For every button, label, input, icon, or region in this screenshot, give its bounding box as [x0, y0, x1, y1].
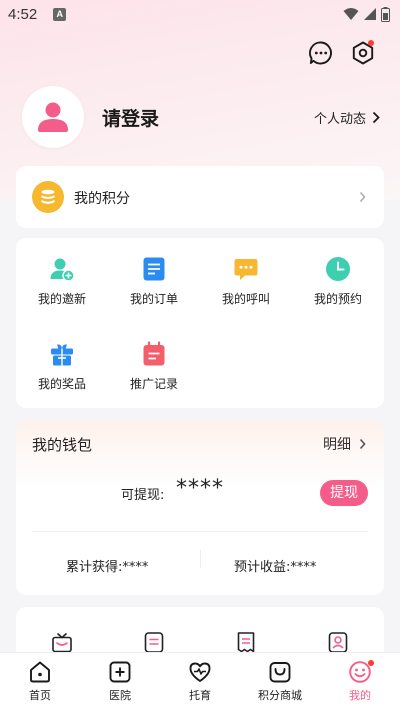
signal-icon: [364, 8, 376, 20]
tab-home[interactable]: 首页: [0, 660, 80, 703]
features-grid: 我的邀新 我的订单 我的呼叫 我的预约 我的奖品 推广记录: [16, 238, 384, 408]
wallet-card: 我的钱包 明细 可提现: **** 提现 累计获得:**** 预计收益:****: [16, 420, 384, 595]
receipt-icon[interactable]: [235, 631, 257, 653]
gift-box-icon[interactable]: [51, 631, 73, 653]
status-icons: [343, 6, 390, 22]
chevron-right-icon: [359, 438, 366, 450]
call-chat-icon: [234, 259, 258, 280]
grid-item-promotion[interactable]: 推广记录: [108, 341, 200, 392]
grid-item-appointments[interactable]: 我的预约: [292, 256, 384, 307]
battery-icon: [381, 6, 390, 22]
grid-item-invite[interactable]: 我的邀新: [16, 256, 108, 307]
divider: [32, 531, 368, 532]
tab-label: 我的: [349, 689, 371, 702]
accumulated-earnings: 累计获得:****: [66, 560, 149, 575]
shopping-bag-icon: [269, 662, 291, 683]
points-label: 我的积分: [74, 191, 130, 207]
hospital-icon: [109, 661, 131, 683]
grid-item-label: 我的呼叫: [221, 292, 270, 306]
coins-icon: [32, 181, 64, 213]
order-doc-icon: [143, 257, 165, 281]
tab-badge-dot: [368, 660, 374, 666]
points-card[interactable]: 我的积分: [16, 166, 384, 228]
tab-points-mall[interactable]: 积分商城: [240, 660, 320, 703]
bottom-tab-bar: 首页 医院 托育 积分商城 我的: [0, 652, 400, 712]
grid-item-calls[interactable]: 我的呼叫: [200, 256, 292, 307]
grid-item-label: 我的预约: [313, 292, 362, 306]
prize-gift-icon: [51, 344, 73, 366]
wifi-icon: [343, 8, 359, 20]
personal-dynamics-label: 个人动态: [313, 112, 366, 127]
notification-badge: A: [53, 7, 67, 21]
grid-item-label: 推广记录: [129, 377, 178, 391]
home-icon: [30, 661, 50, 683]
chevron-right-icon: [372, 111, 380, 124]
estimated-earnings: 预计收益:****: [234, 560, 317, 575]
childcare-heart-icon: [189, 662, 211, 682]
message-icon[interactable]: [308, 40, 334, 66]
login-prompt[interactable]: 请登录: [102, 104, 159, 131]
grid-item-orders[interactable]: 我的订单: [108, 256, 200, 307]
grid-item-prizes[interactable]: 我的奖品: [16, 341, 108, 392]
grid-item-label: 我的订单: [129, 292, 178, 306]
status-bar: 4:52 A: [0, 0, 400, 28]
tab-mine[interactable]: 我的: [320, 660, 400, 703]
tab-label: 托育: [189, 689, 211, 702]
tab-childcare[interactable]: 托育: [160, 660, 240, 703]
grid-item-label: 我的邀新: [37, 292, 86, 306]
wallet-detail-label: 明细: [323, 437, 351, 453]
grid-item-label: 我的奖品: [37, 377, 86, 391]
withdrawable-value: ****: [176, 476, 224, 501]
avatar[interactable]: [22, 86, 84, 148]
list-doc-icon[interactable]: [143, 631, 165, 653]
settings-badge-dot: [368, 40, 374, 46]
appointment-clock-icon: [326, 257, 350, 281]
status-time: 4:52: [8, 5, 38, 23]
user-avatar-icon: [38, 102, 68, 132]
withdrawable-label: 可提现:: [121, 488, 165, 503]
withdraw-button[interactable]: 提现: [320, 480, 368, 506]
promo-record-icon: [143, 341, 165, 366]
divider: [200, 550, 201, 568]
tab-label: 积分商城: [258, 689, 302, 702]
tab-hospital[interactable]: 医院: [80, 660, 160, 703]
tab-label: 首页: [29, 689, 51, 702]
personal-dynamics-link[interactable]: 个人动态: [314, 108, 380, 127]
tab-label: 医院: [109, 689, 131, 702]
invite-user-icon: [50, 258, 75, 282]
chevron-right-icon: [359, 192, 366, 202]
wallet-title: 我的钱包: [32, 436, 93, 454]
contact-card-icon[interactable]: [327, 631, 349, 653]
wallet-detail-link[interactable]: 明细: [323, 434, 366, 454]
